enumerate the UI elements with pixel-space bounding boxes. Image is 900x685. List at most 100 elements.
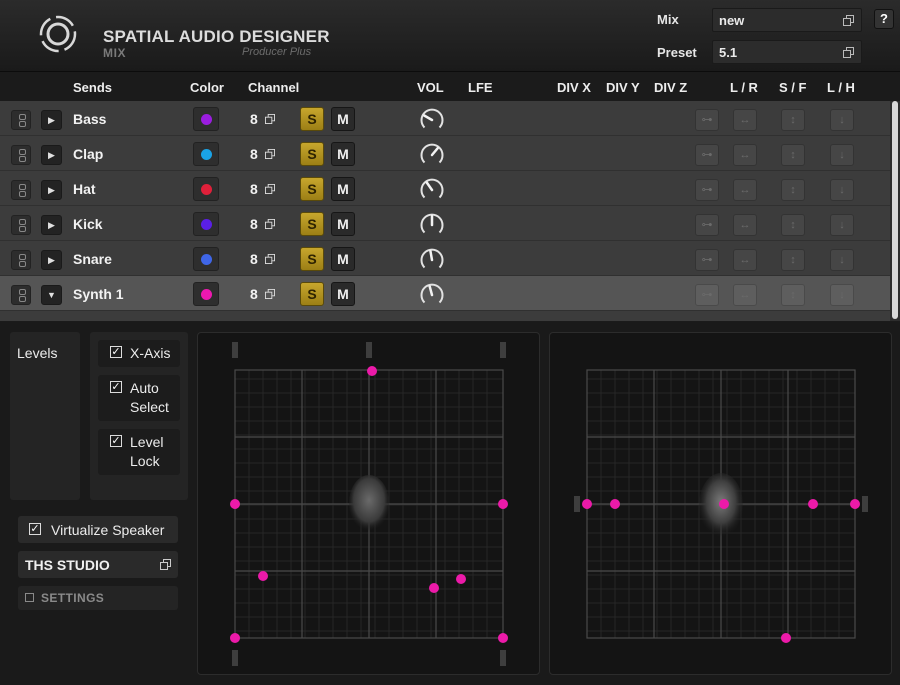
track-row-0[interactable]: ▶ Bass 8 S M ⊶ ↔ ↕ ↓: [0, 101, 890, 136]
copy-icon[interactable]: [265, 184, 275, 194]
track-row-3[interactable]: ▶ Kick 8 S M ⊶ ↔ ↕ ↓: [0, 206, 890, 241]
copy-icon[interactable]: [265, 289, 275, 299]
left-right-icon[interactable]: ↔: [733, 284, 757, 306]
volume-knob[interactable]: [418, 211, 446, 239]
solo-button[interactable]: S: [300, 247, 324, 271]
top-view-panel[interactable]: [197, 332, 540, 675]
speaker-point[interactable]: [367, 366, 377, 376]
speaker-point[interactable]: [498, 499, 508, 509]
mute-button[interactable]: M: [331, 177, 355, 201]
speaker-point[interactable]: [808, 499, 818, 509]
left-right-icon[interactable]: ↔: [733, 109, 757, 131]
preset-field[interactable]: 5.1: [712, 40, 862, 64]
low-high-icon[interactable]: ↓: [830, 214, 854, 236]
color-button[interactable]: [193, 142, 219, 166]
expand-button[interactable]: ▶: [41, 110, 62, 130]
speaker-point[interactable]: [850, 499, 860, 509]
surround-front-icon[interactable]: ↕: [781, 144, 805, 166]
link-toggle-button[interactable]: [11, 250, 31, 270]
speaker-point[interactable]: [719, 499, 729, 509]
track-row-1[interactable]: ▶ Clap 8 S M ⊶ ↔ ↕ ↓: [0, 136, 890, 171]
link-icon[interactable]: ⊶: [695, 214, 719, 236]
surround-front-icon[interactable]: ↕: [781, 109, 805, 131]
x-axis-checkbox[interactable]: ✓ X-Axis: [98, 340, 180, 367]
copy-icon[interactable]: [265, 149, 275, 159]
link-toggle-button[interactable]: [11, 145, 31, 165]
solo-button[interactable]: S: [300, 212, 324, 236]
link-toggle-button[interactable]: [11, 110, 31, 130]
color-button[interactable]: [193, 282, 219, 306]
low-high-icon[interactable]: ↓: [830, 249, 854, 271]
speaker-point[interactable]: [781, 633, 791, 643]
front-view-grid[interactable]: [550, 333, 893, 676]
left-right-icon[interactable]: ↔: [733, 179, 757, 201]
expand-button[interactable]: ▶: [41, 145, 62, 165]
top-view-grid[interactable]: [198, 333, 541, 676]
solo-button[interactable]: S: [300, 142, 324, 166]
solo-button[interactable]: S: [300, 107, 324, 131]
copy-icon[interactable]: [843, 47, 854, 58]
volume-knob[interactable]: [418, 176, 446, 204]
solo-button[interactable]: S: [300, 177, 324, 201]
mute-button[interactable]: M: [331, 247, 355, 271]
track-scrollbar[interactable]: [890, 101, 900, 321]
low-high-icon[interactable]: ↓: [830, 109, 854, 131]
link-toggle-button[interactable]: [11, 215, 31, 235]
scroll-thumb[interactable]: [892, 101, 898, 319]
level-lock-checkbox[interactable]: ✓ Level Lock: [98, 429, 180, 475]
surround-front-icon[interactable]: ↕: [781, 249, 805, 271]
link-icon[interactable]: ⊶: [695, 284, 719, 306]
track-row-2[interactable]: ▶ Hat 8 S M ⊶ ↔ ↕ ↓: [0, 171, 890, 206]
surround-front-icon[interactable]: ↕: [781, 284, 805, 306]
low-high-icon[interactable]: ↓: [830, 144, 854, 166]
speaker-point[interactable]: [498, 633, 508, 643]
color-button[interactable]: [193, 247, 219, 271]
speaker-point[interactable]: [582, 499, 592, 509]
mute-button[interactable]: M: [331, 107, 355, 131]
expand-button[interactable]: ▶: [41, 215, 62, 235]
color-button[interactable]: [193, 107, 219, 131]
link-icon[interactable]: ⊶: [695, 144, 719, 166]
studio-select[interactable]: THS STUDIO: [18, 551, 178, 578]
speaker-point[interactable]: [456, 574, 466, 584]
volume-knob[interactable]: [418, 246, 446, 274]
speaker-point[interactable]: [610, 499, 620, 509]
speaker-point[interactable]: [258, 571, 268, 581]
link-toggle-button[interactable]: [11, 180, 31, 200]
link-icon[interactable]: ⊶: [695, 179, 719, 201]
low-high-icon[interactable]: ↓: [830, 179, 854, 201]
link-toggle-button[interactable]: [11, 285, 31, 305]
mix-field[interactable]: new: [712, 8, 862, 32]
surround-front-icon[interactable]: ↕: [781, 214, 805, 236]
expand-button[interactable]: ▶: [41, 250, 62, 270]
copy-icon[interactable]: [265, 219, 275, 229]
link-icon[interactable]: ⊶: [695, 249, 719, 271]
volume-knob[interactable]: [418, 106, 446, 134]
copy-icon[interactable]: [265, 254, 275, 264]
volume-knob[interactable]: [418, 141, 446, 169]
track-row-4[interactable]: ▶ Snare 8 S M ⊶ ↔ ↕ ↓: [0, 241, 890, 276]
copy-icon[interactable]: [160, 559, 171, 570]
surround-front-icon[interactable]: ↕: [781, 179, 805, 201]
expand-button[interactable]: ▼: [41, 285, 62, 305]
front-view-panel[interactable]: [549, 332, 892, 675]
mute-button[interactable]: M: [331, 142, 355, 166]
copy-icon[interactable]: [843, 15, 854, 26]
speaker-point[interactable]: [230, 499, 240, 509]
auto-select-checkbox[interactable]: ✓ Auto Select: [98, 375, 180, 421]
copy-icon[interactable]: [265, 114, 275, 124]
volume-knob[interactable]: [418, 281, 446, 309]
mute-button[interactable]: M: [331, 282, 355, 306]
solo-button[interactable]: S: [300, 282, 324, 306]
link-icon[interactable]: ⊶: [695, 109, 719, 131]
left-right-icon[interactable]: ↔: [733, 214, 757, 236]
color-button[interactable]: [193, 177, 219, 201]
color-button[interactable]: [193, 212, 219, 236]
track-row-5[interactable]: ▼ Synth 1 8 S M ⊶ ↔ ↕ ↓: [0, 276, 890, 311]
left-right-icon[interactable]: ↔: [733, 144, 757, 166]
speaker-point[interactable]: [230, 633, 240, 643]
settings-button[interactable]: SETTINGS: [18, 586, 178, 610]
help-button[interactable]: ?: [874, 9, 894, 29]
mute-button[interactable]: M: [331, 212, 355, 236]
low-high-icon[interactable]: ↓: [830, 284, 854, 306]
